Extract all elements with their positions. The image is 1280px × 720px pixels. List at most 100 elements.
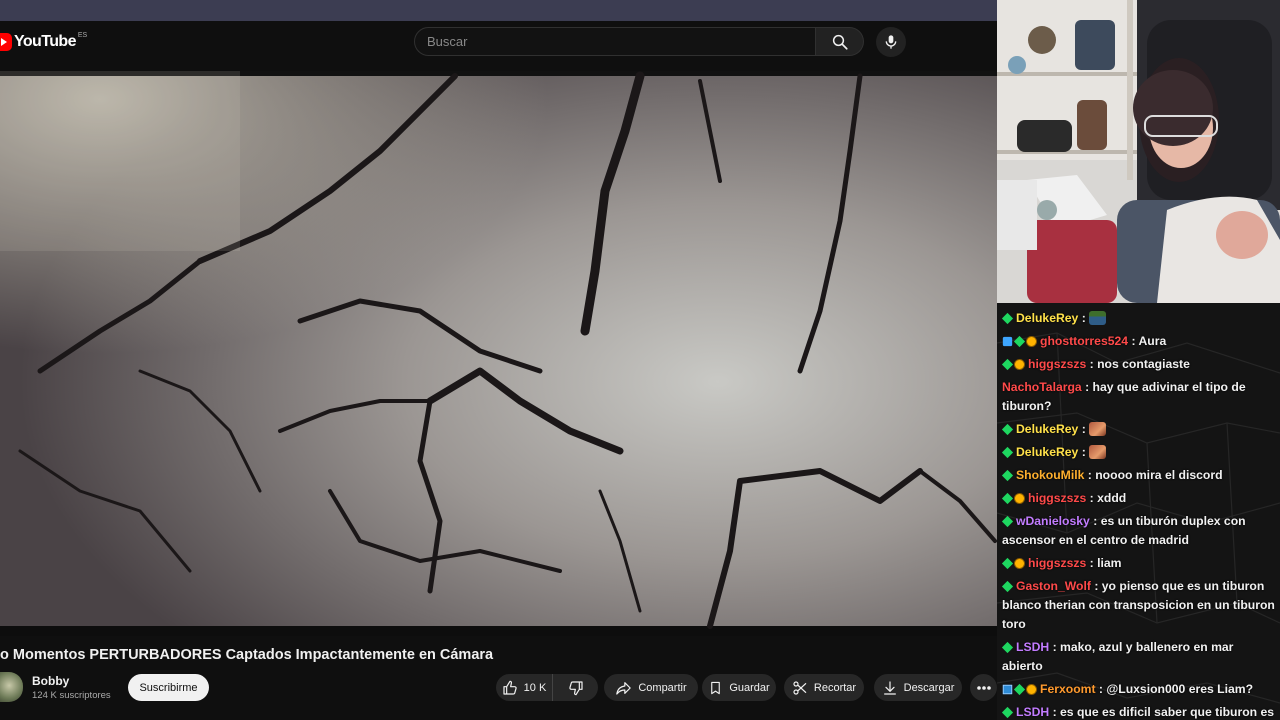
chat-username[interactable]: NachoTalarga (1002, 380, 1082, 394)
microphone-icon (885, 35, 897, 49)
share-button[interactable]: Compartir (604, 674, 698, 701)
chat-badges (1002, 335, 1037, 348)
share-icon (616, 681, 632, 695)
chat-message-text: liam (1097, 556, 1122, 570)
chat-message: higgszszs : xddd (1001, 489, 1277, 508)
coin-badge-icon (1026, 684, 1037, 695)
diamond-badge-icon (1013, 335, 1026, 348)
chat-username[interactable]: higgszszs (1028, 357, 1086, 371)
diamond-badge-icon (1001, 492, 1014, 505)
chat-badges (1001, 492, 1025, 505)
search-icon (832, 34, 848, 50)
chat-message: NachoTalarga : hay que adivinar el tipo … (1002, 380, 1246, 413)
chat-message-text: xddd (1097, 491, 1127, 505)
chat-badges (1001, 641, 1014, 654)
video-frame-cave-rocks (0, 71, 997, 636)
chat-username[interactable]: LSDH (1016, 705, 1049, 719)
chat-message: higgszszs : liam (1001, 554, 1277, 573)
streamer-webcam (997, 0, 1280, 303)
coin-badge-icon (1014, 359, 1025, 370)
channel-name[interactable]: Bobby (32, 674, 69, 688)
screen: YouTube ES Buscar o Momentos PERTURBADOR… (0, 0, 1280, 720)
chat-username[interactable]: ShokouMilk (1016, 468, 1084, 482)
chat-message: DelukeRey : (1001, 309, 1277, 328)
diamond-badge-icon (1001, 706, 1014, 719)
stream-chat: DelukeRey : ghosttorres524 : Aura higgszs… (997, 303, 1280, 720)
chat-badges (1001, 312, 1014, 325)
chat-badges (1002, 683, 1037, 696)
youtube-logo[interactable]: YouTube ES (0, 32, 87, 52)
chat-username[interactable]: LSDH (1016, 640, 1049, 654)
chat-message: LSDH : mako, azul y ballenero en mar abi… (1001, 640, 1234, 673)
diamond-badge-icon (1001, 469, 1014, 482)
chat-message-text: @Luxsion000 eres Liam? (1106, 682, 1254, 696)
video-title: o Momentos PERTURBADORES Captados Impact… (0, 647, 494, 663)
coin-badge-icon (1014, 493, 1025, 504)
chat-username[interactable]: ghosttorres524 (1040, 334, 1128, 348)
thumbs-down-icon (568, 680, 583, 695)
chat-username[interactable]: DelukeRey (1016, 445, 1078, 459)
like-button[interactable]: 10 K (496, 674, 552, 701)
face-emote (1089, 445, 1107, 459)
chat-message-text: Aura (1138, 334, 1167, 348)
more-icon (976, 685, 991, 690)
chat-message: LSDH : es que es dificil saber que tibur… (1001, 703, 1277, 720)
coin-badge-icon (1014, 558, 1025, 569)
chat-badges (1001, 580, 1014, 593)
chat-badges (1001, 706, 1014, 719)
chat-username[interactable]: higgszszs (1028, 491, 1086, 505)
voice-search-button[interactable] (876, 27, 906, 57)
chat-username[interactable]: DelukeRey (1016, 422, 1078, 436)
chat-message-text: noooo mira el discord (1095, 468, 1223, 482)
chat-username[interactable]: wDanielosky (1016, 514, 1090, 528)
youtube-play-icon (0, 33, 12, 51)
search-button[interactable] (816, 27, 864, 56)
diamond-badge-icon (1001, 423, 1014, 436)
chat-username[interactable]: DelukeRey (1016, 311, 1078, 325)
chat-message: ghosttorres524 : Aura (1002, 332, 1277, 351)
subscriber-count: 124 K suscriptores (32, 690, 111, 701)
chat-badges (1001, 515, 1014, 528)
more-actions-button[interactable] (970, 674, 997, 701)
search-input[interactable]: Buscar (414, 27, 816, 56)
clip-button[interactable]: Recortar (784, 674, 864, 701)
chat-message: ShokouMilk : noooo mira el discord (1001, 466, 1277, 485)
diamond-badge-icon (1001, 515, 1014, 528)
cube-badge-icon (1002, 336, 1013, 347)
diamond-badge-icon (1001, 358, 1014, 371)
boat-emote (1089, 311, 1107, 325)
diamond-badge-icon (1001, 312, 1014, 325)
download-icon (883, 680, 896, 695)
tile-badge-icon (1002, 684, 1013, 695)
subscribe-button[interactable]: Suscribirme (128, 674, 209, 701)
save-label: Guardar (729, 681, 770, 694)
chat-message: DelukeRey : (1001, 443, 1277, 462)
chat-username[interactable]: Gaston_Wolf (1016, 579, 1091, 593)
chat-username[interactable]: Ferxoomt (1040, 682, 1096, 696)
webcam-feed-image (997, 0, 1280, 303)
video-player[interactable] (0, 71, 997, 636)
diamond-badge-icon (1001, 446, 1014, 459)
chat-message: wDanielosky : es un tiburón duplex con a… (1001, 514, 1246, 547)
chat-message: Ferxoomt : @Luxsion000 eres Liam? (1002, 680, 1277, 699)
dislike-button[interactable] (552, 674, 598, 701)
diamond-badge-icon (1001, 641, 1014, 654)
chat-messages-list: DelukeRey : ghosttorres524 : Aura higgszs… (1001, 309, 1277, 720)
browser-top-strip (0, 0, 997, 21)
like-count: 10 K (523, 681, 547, 694)
chat-badges (1001, 423, 1014, 436)
bookmark-icon (711, 681, 721, 694)
region-code: ES (77, 31, 88, 39)
chat-username[interactable]: higgszszs (1028, 556, 1086, 570)
chat-badges (1001, 557, 1025, 570)
search-bar: Buscar (414, 27, 864, 56)
save-button[interactable]: Guardar (702, 674, 776, 701)
face-emote (1089, 422, 1107, 436)
diamond-badge-icon (1013, 683, 1026, 696)
coin-badge-icon (1026, 336, 1037, 347)
clip-label: Recortar (813, 681, 857, 694)
download-button[interactable]: Descargar (874, 674, 962, 701)
channel-avatar[interactable] (0, 672, 23, 702)
chat-message-text: nos contagiaste (1097, 357, 1190, 371)
scissors-icon (793, 680, 807, 695)
